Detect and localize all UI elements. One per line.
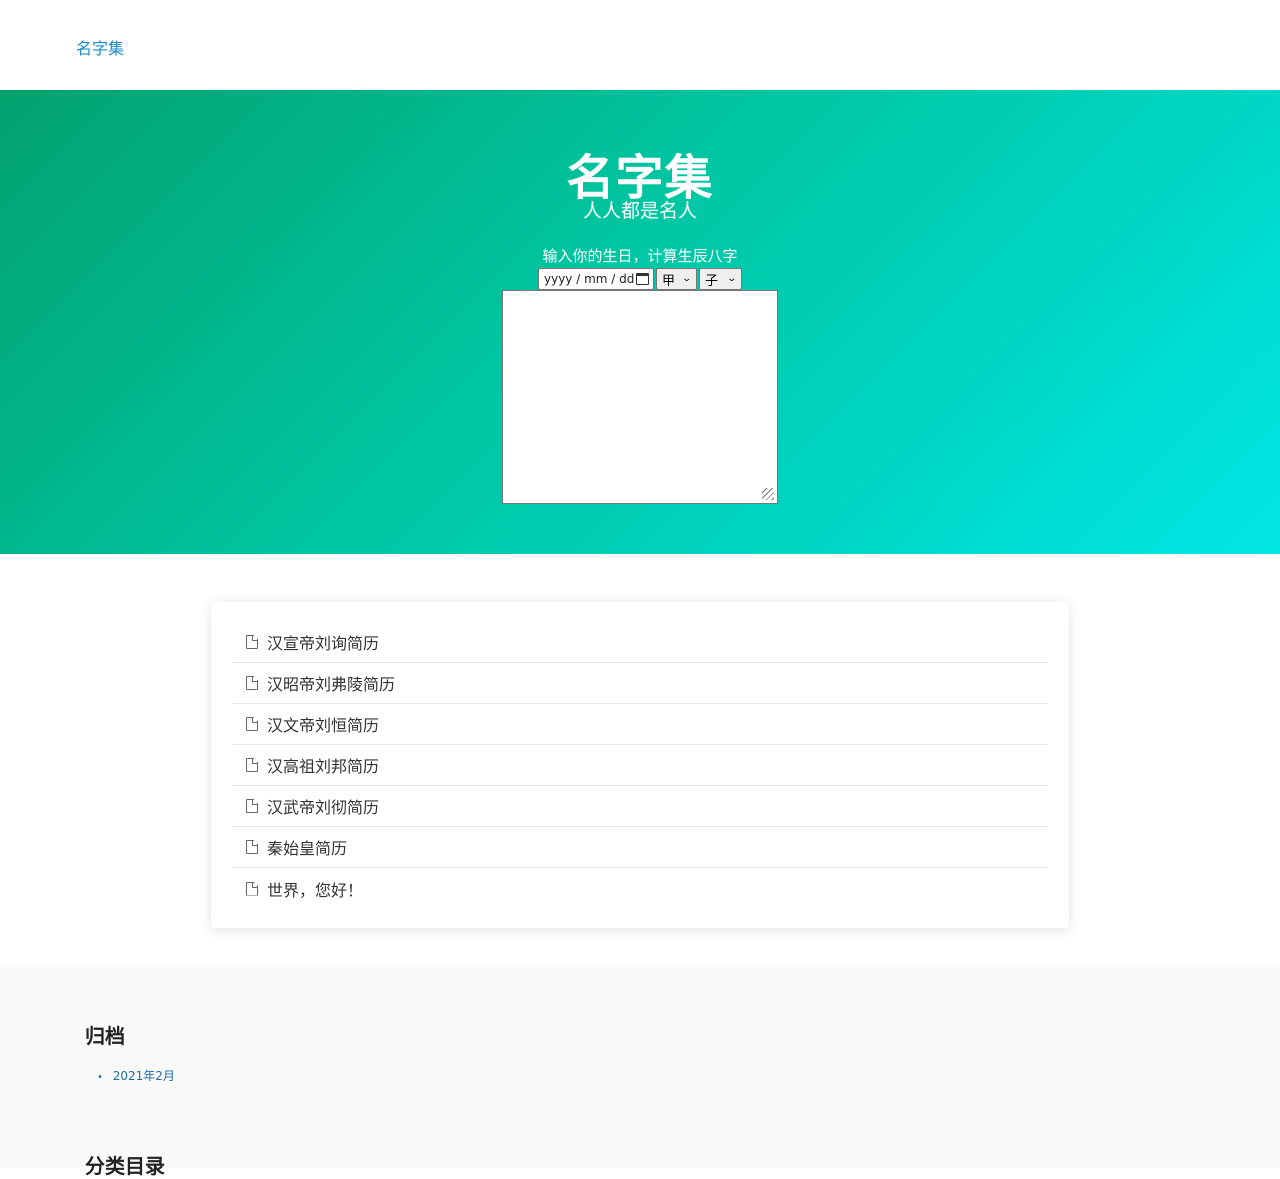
heavenly-stem-select[interactable]: 甲 ⌄	[656, 268, 697, 290]
post-title[interactable]: 汉宣帝刘询简历	[267, 630, 379, 654]
resize-handle-icon[interactable]	[762, 488, 774, 500]
document-icon	[246, 676, 258, 690]
calendar-icon[interactable]	[636, 273, 649, 285]
document-icon	[246, 717, 258, 731]
chevron-down-icon: ⌄	[681, 273, 693, 284]
list-item[interactable]: 汉高祖刘邦简历	[232, 745, 1048, 786]
post-title[interactable]: 汉文帝刘恒简历	[267, 712, 379, 736]
chevron-down-icon: ⌄	[726, 273, 738, 284]
branch-selected-value: 子	[705, 273, 719, 289]
document-icon	[246, 799, 258, 813]
post-list: 汉宣帝刘询简历 汉昭帝刘弗陵简历 汉文帝刘恒简历 汉高祖刘邦简历 汉武帝刘彻简历…	[211, 602, 1069, 928]
document-icon	[246, 635, 258, 649]
document-icon	[246, 881, 258, 896]
list-item[interactable]: 秦始皇简历	[232, 827, 1048, 868]
date-placeholder: yyyy / mm / dd	[544, 272, 635, 286]
list-item: 2021年2月	[97, 1067, 175, 1084]
stem-selected-value: 甲	[662, 273, 676, 289]
bazi-prompt: 输入你的生日，计算生辰八字	[542, 247, 738, 265]
categories-heading: 分类目录	[85, 1154, 165, 1178]
bazi-controls: yyyy / mm / dd 甲 ⌄ 子 ⌄	[538, 268, 742, 290]
archives-list: 2021年2月	[97, 1067, 175, 1084]
archives-heading: 归档	[85, 1024, 125, 1048]
post-title[interactable]: 世界，您好！	[267, 877, 363, 901]
list-item[interactable]: 汉宣帝刘询简历	[232, 622, 1048, 663]
earthly-branch-select[interactable]: 子 ⌄	[699, 268, 742, 290]
top-bar: 名字集	[0, 0, 1280, 90]
list-item[interactable]: 汉文帝刘恒简历	[232, 704, 1048, 745]
hero-subtitle: 人人都是名人	[582, 200, 697, 222]
site-title-link[interactable]: 名字集	[76, 35, 124, 59]
bazi-result-textarea[interactable]	[502, 290, 778, 504]
post-title[interactable]: 汉昭帝刘弗陵简历	[267, 671, 395, 695]
list-item[interactable]: 汉昭帝刘弗陵简历	[232, 663, 1048, 704]
list-item[interactable]: 世界，您好！	[232, 868, 1048, 909]
list-item[interactable]: 汉武帝刘彻简历	[232, 786, 1048, 827]
post-title[interactable]: 秦始皇简历	[267, 835, 347, 859]
birthday-date-input[interactable]: yyyy / mm / dd	[538, 268, 654, 290]
archive-link[interactable]: 2021年2月	[113, 1069, 175, 1083]
document-icon	[246, 840, 258, 854]
hero-banner: 名字集 人人都是名人 输入你的生日，计算生辰八字 yyyy / mm / dd …	[0, 90, 1280, 554]
document-icon	[246, 758, 258, 772]
footer-widgets: 归档 2021年2月 分类目录	[0, 965, 1280, 1178]
post-title[interactable]: 汉武帝刘彻简历	[267, 794, 379, 818]
post-title[interactable]: 汉高祖刘邦简历	[267, 753, 379, 777]
